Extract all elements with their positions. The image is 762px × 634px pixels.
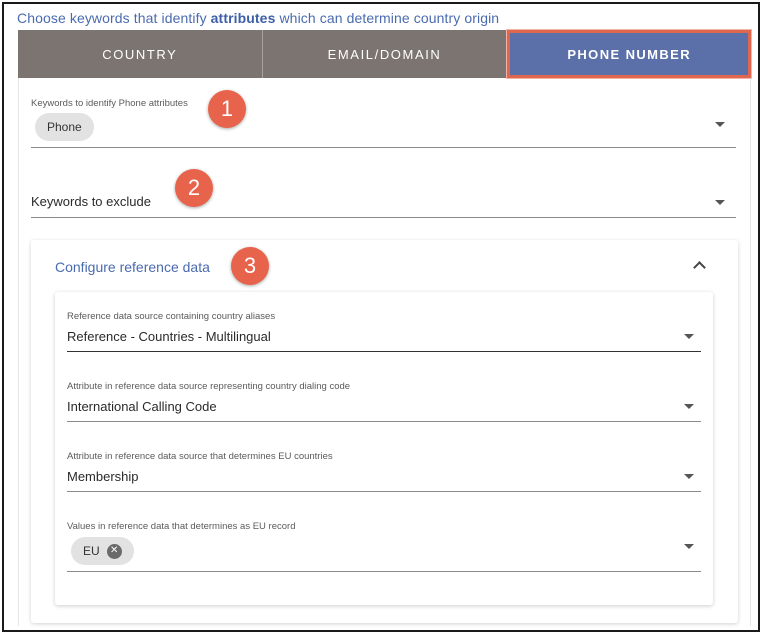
chevron-down-icon[interactable]	[684, 544, 694, 549]
step-badge-3: 3	[231, 247, 269, 285]
step-badge-2-number: 2	[187, 175, 201, 200]
eu-countries-select[interactable]: Attribute in reference data source that …	[67, 432, 701, 492]
window-frame: Choose keywords that identify attributes…	[2, 2, 760, 632]
keywords-select[interactable]: Keywords to identify Phone attributes Ph…	[31, 78, 736, 148]
close-circle-icon[interactable]: ✕	[106, 543, 122, 559]
eu-values-select[interactable]: Values in reference data that determines…	[67, 502, 701, 572]
step-badge-3-number: 3	[243, 253, 257, 278]
tab-bar: COUNTRY EMAIL/DOMAIN PHONE NUMBER	[18, 30, 752, 78]
chip-phone-label: Phone	[47, 120, 82, 134]
instruction-emphasis: attributes	[210, 10, 276, 26]
tab-phone-number-label: PHONE NUMBER	[567, 46, 692, 62]
step-badge-1: 1	[208, 90, 246, 128]
instruction-suffix: which can determine country origin	[279, 10, 500, 26]
chip-eu[interactable]: EU ✕	[71, 537, 134, 565]
chevron-down-icon[interactable]	[684, 474, 694, 479]
chevron-down-icon[interactable]	[715, 200, 725, 205]
dialing-code-label: Attribute in reference data source repre…	[67, 381, 351, 392]
dialing-code-value: International Calling Code	[67, 399, 217, 414]
reference-source-label: Reference data source containing country…	[67, 311, 276, 322]
chip-phone[interactable]: Phone	[35, 113, 94, 141]
chevron-down-icon[interactable]	[715, 122, 725, 127]
chevron-down-icon[interactable]	[684, 334, 694, 339]
reference-panel-title[interactable]: Configure reference data	[55, 259, 210, 275]
dialing-code-select[interactable]: Attribute in reference data source repre…	[67, 362, 701, 422]
tab-country[interactable]: COUNTRY	[18, 30, 263, 78]
eu-countries-value: Membership	[67, 469, 139, 484]
keywords-label: Keywords to identify Phone attributes	[31, 98, 188, 109]
chevron-down-icon[interactable]	[684, 404, 694, 409]
chip-eu-label: EU	[83, 544, 100, 558]
chevron-up-icon[interactable]	[693, 261, 706, 274]
exclude-select[interactable]: Keywords to exclude	[31, 164, 736, 218]
reference-source-select[interactable]: Reference data source containing country…	[67, 292, 701, 352]
tab-email-domain[interactable]: EMAIL/DOMAIN	[263, 30, 508, 78]
eu-countries-label: Attribute in reference data source that …	[67, 451, 333, 462]
reference-data-panel: Configure reference data Reference data …	[31, 240, 738, 623]
eu-values-label: Values in reference data that determines…	[67, 521, 296, 532]
tab-content: Keywords to identify Phone attributes Ph…	[18, 78, 751, 626]
tab-phone-number[interactable]: PHONE NUMBER	[507, 30, 752, 78]
instruction-prefix: Choose keywords that identify	[17, 10, 207, 26]
step-badge-1-number: 1	[220, 96, 234, 121]
tab-email-domain-label: EMAIL/DOMAIN	[327, 46, 442, 62]
step-badge-2: 2	[175, 169, 213, 207]
instruction-text: Choose keywords that identify attributes…	[17, 10, 499, 26]
tab-country-label: COUNTRY	[102, 46, 178, 62]
reference-fields-card: Reference data source containing country…	[55, 292, 713, 605]
reference-source-value: Reference - Countries - Multilingual	[67, 329, 271, 344]
exclude-label: Keywords to exclude	[31, 194, 151, 209]
